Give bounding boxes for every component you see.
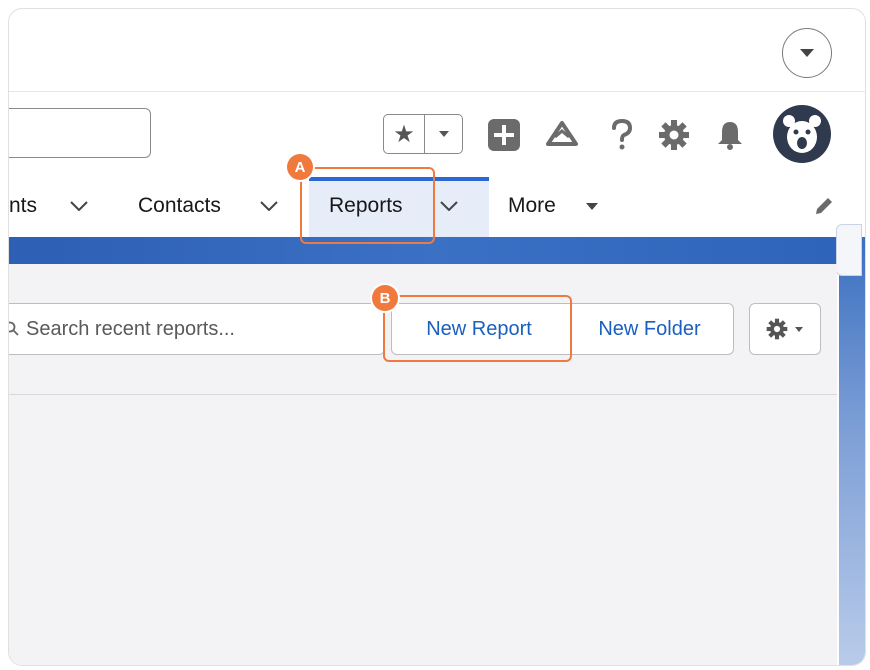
favorites-dropdown-button[interactable] [425,115,462,153]
notifications-button[interactable] [713,118,747,152]
new-folder-button[interactable]: New Folder [566,303,734,355]
search-reports-input[interactable]: Search recent reports... [9,303,385,355]
nav-item-label: More [508,193,556,217]
edit-nav-button[interactable] [812,194,836,218]
gear-icon [766,318,788,340]
reports-toolbar: Search recent reports... New Report New … [9,264,837,395]
nav-contacts-chevron[interactable] [259,196,279,216]
new-report-label: New Report [426,317,532,340]
help-icon [612,118,633,150]
nav-reports-chevron[interactable] [439,196,459,216]
setup-button[interactable] [657,118,691,152]
trailhead-button[interactable] [545,118,579,152]
side-panel-toggle[interactable] [836,224,862,276]
callout-a-badge: A [287,154,313,180]
nav-accounts-chevron[interactable] [69,196,89,216]
caret-down-icon [586,202,598,210]
callout-a-letter: A [294,158,306,176]
callout-b-badge: B [372,285,398,311]
bear-icon [783,115,821,153]
search-reports-placeholder: Search recent reports... [26,317,235,340]
nav-item-label: Reports [329,193,403,217]
top-bar [9,9,865,92]
nav-item-more[interactable]: More [508,174,556,237]
caret-down-icon [800,49,814,57]
app-navigation: nts Contacts Reports More [9,174,865,237]
caret-down-icon [795,326,803,332]
plus-square-icon [488,119,520,151]
chevron-down-icon [440,201,458,211]
chevron-down-icon [70,201,88,211]
callout-b-letter: B [379,289,391,307]
nav-item-label: Contacts [138,193,221,217]
global-search-input[interactable] [9,108,151,158]
new-folder-label: New Folder [598,317,701,340]
nav-item-reports[interactable]: Reports [329,174,403,237]
star-icon: ★ [393,120,415,148]
app-window: ★ nts Contacts Reports More Search recen… [8,8,866,666]
gear-icon [659,120,689,150]
trailhead-icon [546,121,578,146]
favorites-star-button[interactable]: ★ [384,115,425,153]
nav-more-caret[interactable] [582,196,602,216]
help-button[interactable] [605,118,639,152]
reports-content: Search recent reports... New Report New … [9,264,837,665]
nav-item-contacts[interactable]: Contacts [138,174,221,237]
circle-dropdown-button[interactable] [782,28,832,78]
global-create-button[interactable] [487,118,521,152]
user-avatar[interactable] [773,105,831,163]
chevron-down-icon [260,201,278,211]
header-band [9,237,865,267]
favorites-group: ★ [383,114,463,154]
side-band [839,237,865,665]
list-settings-button[interactable] [749,303,821,355]
search-icon [9,321,19,336]
nav-item-label: nts [9,193,38,217]
caret-down-icon [438,131,449,137]
nav-item-accounts[interactable]: nts [9,174,37,237]
new-report-button[interactable]: New Report [391,303,567,355]
pencil-icon [816,198,832,214]
global-header: ★ [9,92,865,174]
bell-icon [718,122,742,150]
